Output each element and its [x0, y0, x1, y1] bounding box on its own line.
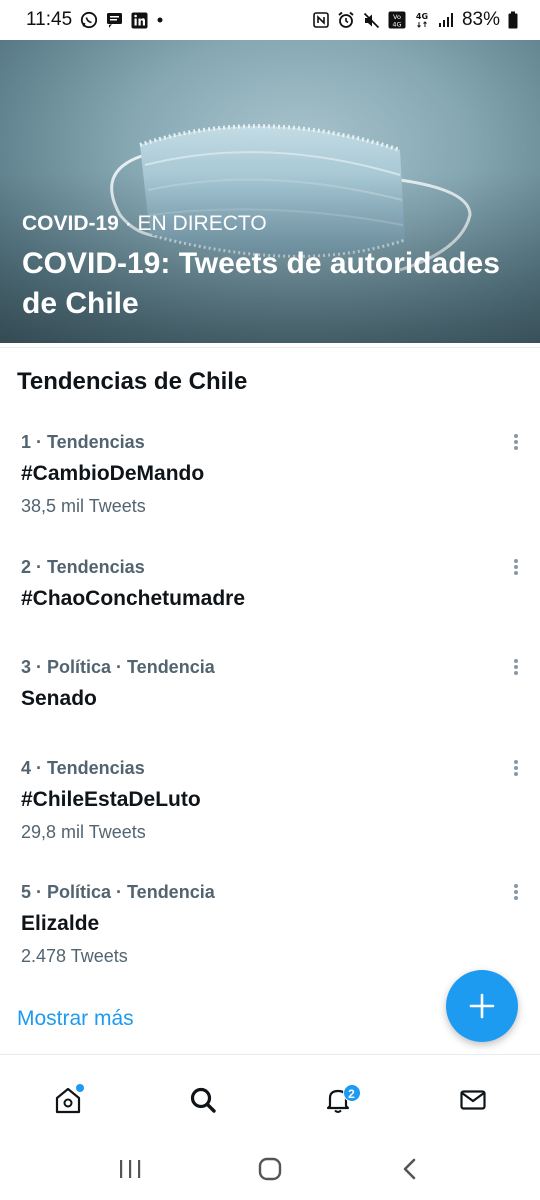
search-icon [190, 1087, 216, 1113]
trend-item[interactable]: 5 · Política · Tendencia Elizalde 2.478 … [0, 882, 540, 982]
trend-item[interactable]: 4 · Tendencias #ChileEstaDeLuto 29,8 mil… [0, 758, 540, 858]
status-right: Vo 4G 4G 83% [313, 9, 518, 31]
tab-notifications[interactable]: 2 [303, 1070, 373, 1130]
battery-icon [508, 11, 518, 29]
trend-tweet-count: 2.478 Tweets [21, 946, 128, 966]
more-options-icon[interactable] [510, 432, 522, 452]
recent-apps-button[interactable] [100, 1144, 160, 1194]
new-content-dot [75, 1084, 84, 1092]
more-options-icon[interactable] [510, 557, 522, 577]
tab-explore[interactable] [168, 1070, 238, 1130]
more-options-icon[interactable] [510, 758, 522, 778]
recent-apps-icon [120, 1160, 141, 1178]
hero-live-label: EN DIRECTO [137, 212, 267, 235]
trend-name: #ChaoConchetumadre [21, 587, 246, 610]
trend-name: Elizalde [21, 912, 100, 935]
alarm-icon [337, 11, 355, 29]
show-more-link[interactable]: Mostrar más [17, 1007, 134, 1031]
home-circle-icon [258, 1157, 282, 1181]
svg-text:4G: 4G [392, 21, 401, 29]
more-options-icon[interactable] [510, 657, 522, 677]
trend-item[interactable]: 2 · Tendencias #ChaoConchetumadre [0, 557, 540, 627]
notification-count-badge: 2 [342, 1084, 361, 1102]
status-left: 11:45 [26, 9, 164, 31]
hero-title: COVID-19: Tweets de autoridades de Chile [22, 247, 500, 320]
hero-kicker: COVID-19 · EN DIRECTO [22, 212, 267, 236]
trend-tweet-count: 38,5 mil Tweets [21, 496, 146, 516]
hero-separator: · [118, 212, 138, 235]
linkedin-icon [131, 12, 148, 29]
trend-name: #CambioDeMando [21, 462, 205, 485]
trend-meta: 2 · Tendencias [21, 557, 145, 577]
trend-name: Senado [21, 687, 97, 710]
system-navigation-bar [0, 1138, 540, 1200]
tab-messages[interactable] [438, 1070, 508, 1130]
plus-icon [469, 993, 495, 1019]
trend-meta: 5 · Política · Tendencia [21, 882, 215, 902]
trend-meta: 3 · Política · Tendencia [21, 657, 215, 677]
message-icon [106, 12, 123, 28]
home-system-button[interactable] [240, 1144, 300, 1194]
trend-meta: 4 · Tendencias [21, 758, 145, 778]
battery-percent: 83% [461, 9, 500, 30]
section-title: Tendencias de Chile [17, 368, 248, 395]
event-hero-banner[interactable]: COVID-19 · EN DIRECTO COVID-19: Tweets d… [0, 40, 540, 343]
dot-icon [156, 16, 164, 24]
clock: 11:45 [26, 9, 73, 30]
svg-text:4G: 4G [416, 12, 428, 21]
hero-topic: COVID-19 [22, 212, 119, 235]
4g-icon: 4G [414, 11, 430, 29]
more-options-icon[interactable] [510, 882, 522, 902]
mute-icon [363, 12, 380, 29]
divider [0, 347, 540, 348]
tab-home[interactable] [33, 1070, 103, 1130]
bottom-tab-bar: 2 [0, 1062, 540, 1138]
mail-icon [459, 1090, 486, 1110]
nfc-icon [313, 12, 329, 28]
trend-item[interactable]: 1 · Tendencias #CambioDeMando 38,5 mil T… [0, 432, 540, 532]
volte-icon: Vo 4G [388, 11, 406, 29]
trend-meta: 1 · Tendencias [21, 432, 145, 452]
trend-tweet-count: 29,8 mil Tweets [21, 822, 146, 842]
compose-tweet-button[interactable] [446, 970, 518, 1042]
status-bar: 11:45 Vo 4G 4G 83% [0, 0, 540, 40]
back-chevron-icon [403, 1158, 416, 1180]
trend-name: #ChileEstaDeLuto [21, 788, 201, 811]
trend-item[interactable]: 3 · Política · Tendencia Senado [0, 657, 540, 727]
divider [0, 1054, 540, 1055]
signal-icon [438, 12, 454, 28]
whatsapp-icon [80, 11, 98, 29]
back-button[interactable] [380, 1144, 440, 1194]
